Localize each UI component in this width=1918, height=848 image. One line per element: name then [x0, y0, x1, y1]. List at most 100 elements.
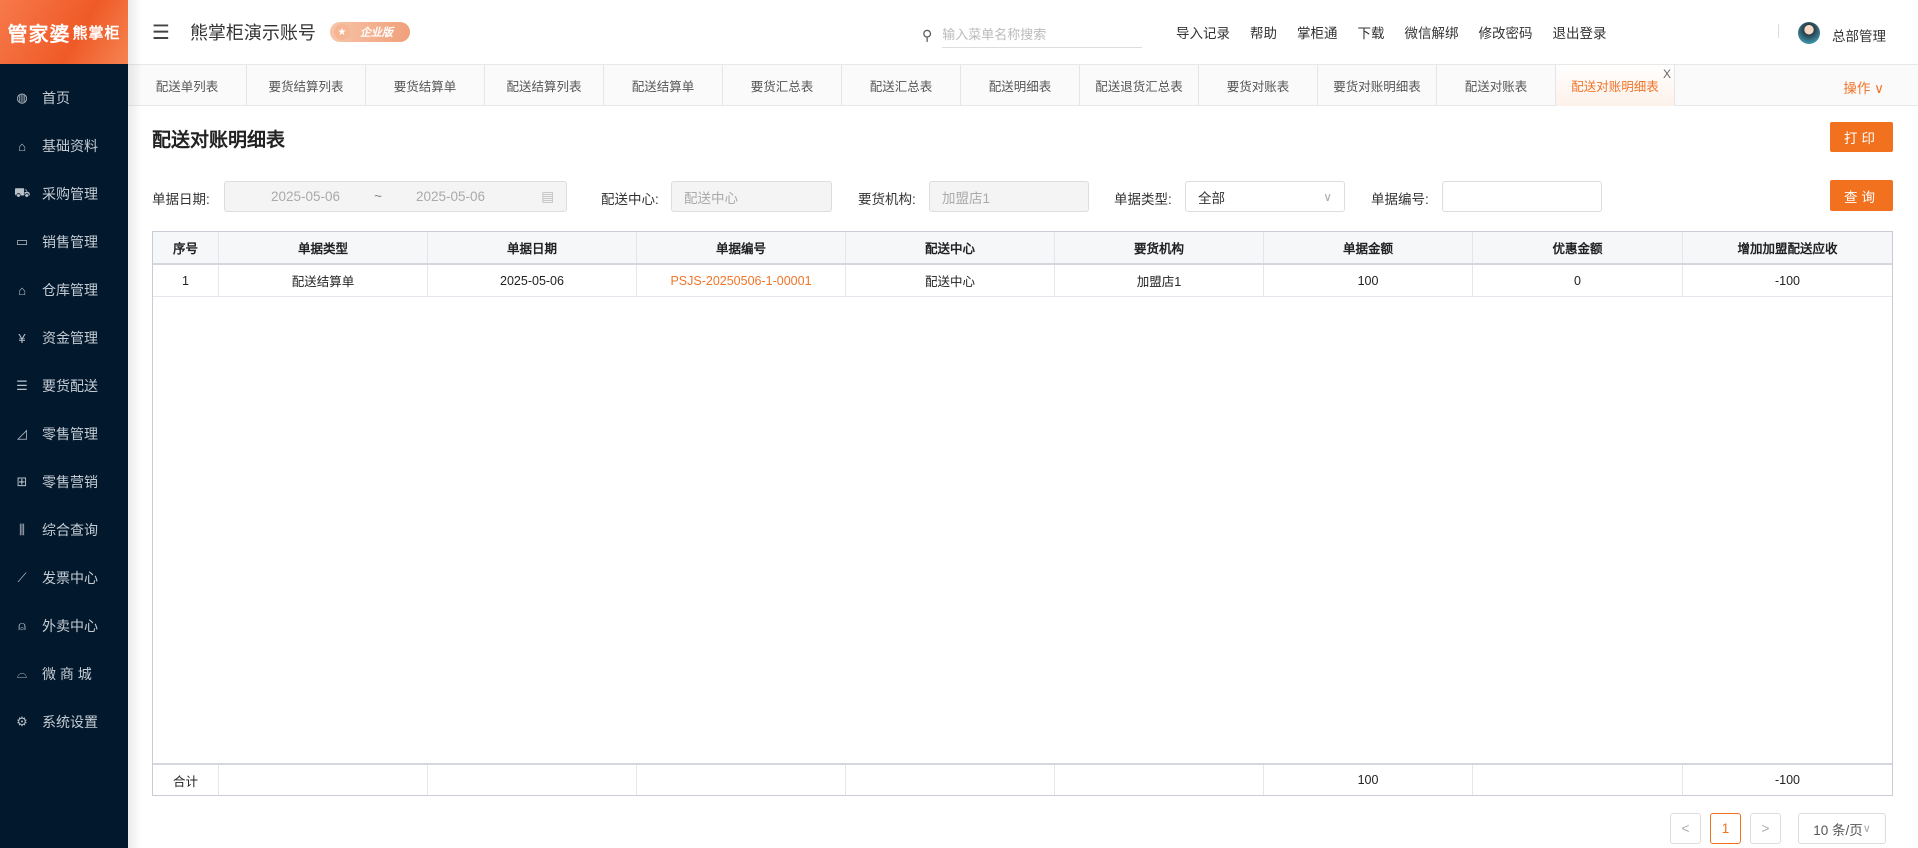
area-chart-icon: ◿ — [17, 426, 27, 441]
table-cell: 单据日期 — [428, 232, 637, 263]
line-chart-icon: ⟋ — [17, 570, 27, 585]
date-from: 2025-05-06 — [271, 189, 341, 204]
top-link[interactable]: 帮助 — [1250, 22, 1277, 42]
table-cell — [428, 765, 637, 795]
tab-item[interactable]: 配送对账明细表 X — [1556, 65, 1675, 106]
sidebar-item-label: 销售管理 — [42, 234, 98, 250]
table-cell — [219, 765, 428, 795]
date-range-picker[interactable]: 2025-05-06 ~ 2025-05-06 ▤ — [224, 181, 567, 212]
page-size-select[interactable]: 10 条/页 ∨ — [1798, 813, 1886, 844]
tab-item[interactable]: 配送汇总表 — [842, 65, 961, 106]
tab-item[interactable]: 配送对账表 — [1437, 65, 1556, 106]
date-to: 2025-05-06 — [415, 189, 486, 204]
center-field[interactable]: 配送中心 — [671, 181, 832, 212]
org-label: 要货机构: — [858, 192, 916, 207]
table-cell: 配送中心 — [846, 232, 1055, 263]
globe-icon: ◍ — [16, 90, 28, 105]
close-icon[interactable]: X — [1663, 67, 1671, 81]
avatar[interactable] — [1798, 22, 1820, 44]
sidebar-item[interactable]: ◍ 首页 — [0, 78, 128, 118]
sidebar-item[interactable]: ¥ 资金管理 — [0, 318, 128, 358]
sidebar-item[interactable]: ⌂ 基础资料 — [0, 126, 128, 166]
table-cell: 单据类型 — [219, 232, 428, 263]
sidebar-item[interactable]: ⚙ 系统设置 — [0, 702, 128, 742]
tab-item[interactable]: 配送结算列表 — [485, 65, 604, 106]
table-cell: 优惠金额 — [1473, 232, 1683, 263]
user-name[interactable]: 总部管理 — [1832, 25, 1886, 45]
table-cell: -100 — [1774, 273, 1801, 288]
cart-icon: ⛟ — [14, 185, 31, 200]
sidebar-item[interactable]: ⫼ 综合查询 — [0, 510, 128, 550]
list-icon: ☰ — [16, 378, 28, 393]
top-link[interactable]: 微信解绑 — [1405, 22, 1459, 42]
sidebar-item[interactable]: ⌂ 仓库管理 — [0, 270, 128, 310]
tab-label: 配送对账明细表 — [1571, 80, 1659, 94]
tab-item[interactable]: 要货结算单 — [366, 65, 485, 106]
page-1-button[interactable]: 1 — [1710, 813, 1741, 844]
type-label: 单据类型: — [1114, 192, 1172, 207]
sidebar-item[interactable]: ⍝ 外卖中心 — [0, 606, 128, 646]
print-button[interactable]: 打印 — [1830, 122, 1893, 152]
sidebar: 管家婆 熊掌柜 ◍ 首页 ⌂ 基础资料 ⛟ 采购管理 ▭ 销售管理 ⌂ 仓库管理 ¥ 资金管理 ☰ 要货配送… — [0, 0, 128, 848]
menu-search-input[interactable] — [942, 22, 1143, 48]
logo[interactable]: 管家婆 熊掌柜 — [0, 0, 128, 64]
tab-item[interactable]: 配送退货汇总表 — [1080, 65, 1199, 106]
tab-item[interactable]: 配送结算单 — [604, 65, 723, 106]
table-cell: 单据编号 — [637, 232, 846, 263]
sidebar-item-label: 外卖中心 — [42, 618, 98, 634]
table-cell[interactable]: PSJS-20250506-1-00001 — [637, 265, 846, 296]
sidebar-shadow — [128, 0, 142, 848]
tab-label: 配送结算列表 — [506, 80, 582, 94]
table-cell: 100 — [1264, 265, 1473, 296]
money-icon: ¥ — [18, 330, 26, 346]
top-link[interactable]: 下载 — [1358, 22, 1385, 42]
tab-item[interactable]: 配送明细表 — [961, 65, 1080, 106]
no-input[interactable] — [1442, 181, 1602, 212]
gift-icon: ⊞ — [16, 474, 28, 489]
tab-label: 要货对账明细表 — [1333, 80, 1421, 94]
table-cell: 100 — [1264, 765, 1473, 795]
top-link[interactable]: 掌柜通 — [1297, 22, 1338, 42]
data-table: 序号 单据类型 单据日期 单据编号 配送中心 要货机构 单据金额 优惠金额 增加加盟配送应收 1… — [152, 231, 1893, 796]
operations-dropdown[interactable]: 操作 ∨ — [1843, 77, 1884, 97]
table-cell: 增加加盟配送应收 — [1737, 242, 1838, 256]
table-cell: 序号 — [153, 232, 219, 263]
sidebar-item-label: 发票中心 — [42, 570, 98, 586]
next-page-button[interactable]: > — [1750, 813, 1781, 844]
tab-item[interactable]: 要货结算列表 — [247, 65, 366, 106]
type-select[interactable]: 全部 ∨ — [1185, 181, 1345, 212]
page-title: 配送对账明细表 — [152, 130, 286, 151]
tab-label: 要货对账表 — [1226, 80, 1290, 94]
sidebar-item[interactable]: ▭ 销售管理 — [0, 222, 128, 262]
bank-icon: ⌂ — [18, 282, 26, 298]
alarm-icon: ⍝ — [18, 618, 26, 633]
sidebar-item-label: 综合查询 — [42, 522, 98, 538]
table-cell: 1 — [153, 265, 219, 296]
tab-item[interactable]: 要货对账表 — [1199, 65, 1318, 106]
sidebar-item[interactable]: ⊞ 零售营销 — [0, 462, 128, 502]
query-button[interactable]: 查询 — [1830, 180, 1893, 211]
sidebar-item[interactable]: ☰ 要货配送 — [0, 366, 128, 406]
sidebar-item[interactable]: ⌓ 微 商 城 — [0, 654, 128, 694]
org-field[interactable]: 加盟店1 — [929, 181, 1089, 212]
table-cell: 要货机构 — [1055, 232, 1264, 263]
tab-item[interactable]: 要货汇总表 — [723, 65, 842, 106]
sidebar-item-label: 零售管理 — [42, 426, 98, 442]
tab-item[interactable]: 要货对账明细表 — [1318, 65, 1437, 106]
top-link[interactable]: 修改密码 — [1479, 22, 1533, 42]
sidebar-item[interactable]: ⟋ 发票中心 — [0, 558, 128, 598]
sidebar-item[interactable]: ⛟ 采购管理 — [0, 174, 128, 214]
sidebar-item-label: 资金管理 — [42, 330, 98, 346]
tab-label: 要货结算单 — [393, 80, 457, 94]
sidebar-item[interactable]: ◿ 零售管理 — [0, 414, 128, 454]
table-cell — [637, 765, 846, 795]
tab-label: 配送单列表 — [155, 80, 219, 94]
prev-page-button[interactable]: < — [1670, 813, 1701, 844]
top-link[interactable]: 导入记录 — [1176, 22, 1230, 42]
top-link[interactable]: 退出登录 — [1553, 22, 1607, 42]
menu-toggle-icon[interactable]: ☰ — [152, 20, 170, 45]
calendar-icon: ▤ — [541, 188, 554, 204]
tab-item[interactable]: 配送单列表 — [128, 65, 247, 106]
search-icon[interactable]: ⚲ — [922, 27, 932, 44]
edition-label: 企业版 — [359, 27, 393, 39]
